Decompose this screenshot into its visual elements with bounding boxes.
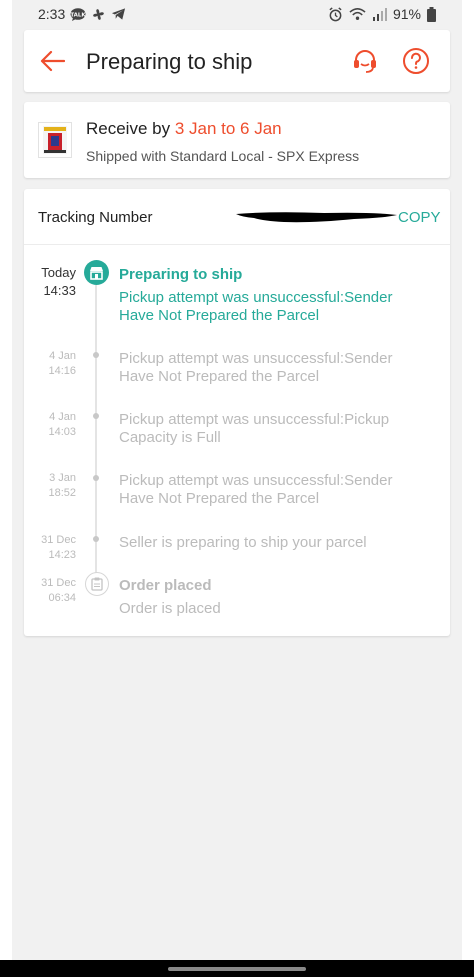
event-title: Preparing to ship (119, 266, 243, 283)
event-day: 31 Dec (41, 577, 76, 589)
event-line-1: Pickup attempt was unsuccessful:Pickup (119, 411, 390, 428)
timeline-dot (93, 352, 99, 358)
event-line-2: Have Not Prepared the Parcel (119, 490, 320, 507)
right-edge (462, 0, 474, 960)
timeline-dot (93, 413, 99, 419)
event-line-1: Pickup attempt was unsuccessful:Sender (119, 350, 393, 367)
timeline-dot (93, 536, 99, 542)
event-title: Order placed (119, 577, 212, 594)
left-edge (0, 0, 12, 960)
copy-tracking-button[interactable]: COPY (398, 209, 441, 226)
event-time: 14:16 (48, 365, 76, 377)
home-gesture-handle[interactable] (168, 967, 306, 971)
event-line-1: Seller is preparing to ship your parcel (119, 534, 367, 551)
event-line-2: Capacity is Full (119, 429, 221, 446)
battery-percent: 91% (392, 6, 421, 22)
receive-by-text: Receive by 3 Jan to 6 Jan (86, 119, 282, 139)
redacted-tracking-number (236, 212, 397, 223)
page-title: Preparing to ship (86, 49, 253, 74)
event-time: 18:52 (48, 487, 76, 499)
clipboard-icon (85, 572, 109, 596)
back-button[interactable] (38, 48, 66, 74)
event-line-1: Order is placed (119, 600, 221, 617)
tracking-number-label: Tracking Number (38, 209, 153, 226)
tracking-number-row: Tracking Number COPY (24, 189, 450, 245)
event-line-1: Pickup attempt was unsuccessful:Sender (119, 289, 393, 306)
event-day: Today (41, 265, 76, 280)
receive-prefix: Receive by (86, 119, 175, 138)
arrow-left-icon (40, 50, 65, 72)
telegram-icon (111, 7, 126, 21)
event-day: 4 Jan (49, 350, 76, 362)
event-time: 14:33 (43, 283, 76, 298)
delivery-info-card: Receive by 3 Jan to 6 Jan Shipped with S… (24, 102, 450, 178)
help-button[interactable] (401, 46, 431, 76)
product-thumbnail (38, 122, 72, 158)
event-line-2: Have Not Prepared the Parcel (119, 307, 320, 324)
timeline-dot (93, 475, 99, 481)
battery-icon (427, 6, 436, 22)
signal-icon (372, 7, 387, 21)
svg-text:TALK: TALK (71, 12, 87, 18)
question-circle-icon (403, 48, 429, 74)
receive-dates: 3 Jan to 6 Jan (174, 119, 282, 138)
event-day: 4 Jan (49, 411, 76, 423)
headset-icon (354, 50, 376, 73)
alarm-icon (328, 6, 343, 22)
event-time: 14:03 (48, 426, 76, 438)
pinwheel-icon (91, 7, 106, 22)
status-bar: 2:33 TALK 91% (0, 0, 474, 30)
shop-icon (84, 260, 109, 285)
shipping-method: Shipped with Standard Local - SPX Expres… (86, 148, 360, 164)
status-time: 2:33 (38, 6, 66, 22)
event-line-1: Pickup attempt was unsuccessful:Sender (119, 472, 393, 489)
event-line-2: Have Not Prepared the Parcel (119, 368, 320, 385)
talk-icon: TALK (70, 7, 87, 21)
event-day: 31 Dec (41, 534, 76, 546)
customer-support-button[interactable] (350, 46, 380, 76)
tracking-card: Tracking Number COPY Today 14:33 Prepari… (24, 189, 450, 636)
system-navigation-bar (0, 960, 474, 977)
page-header: Preparing to ship (24, 30, 450, 92)
event-time: 06:34 (48, 592, 76, 604)
event-day: 3 Jan (49, 472, 76, 484)
event-time: 14:23 (48, 549, 76, 561)
wifi-icon (349, 7, 366, 21)
